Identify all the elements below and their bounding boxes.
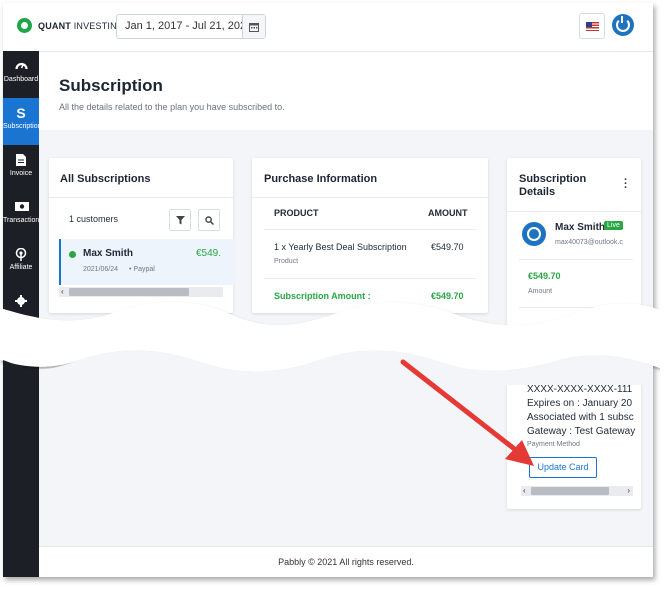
arrow-shaft [400, 359, 520, 454]
annotation-arrow [400, 359, 534, 466]
